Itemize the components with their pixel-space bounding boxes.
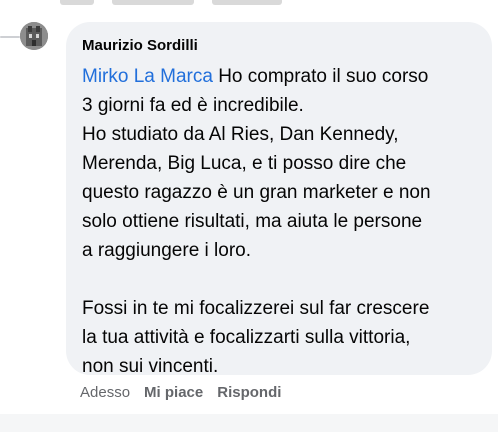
comment-bubble: Maurizio Sordilli Mirko La Marca Ho comp… — [66, 22, 492, 377]
comment-line: Ho studiato da Al Ries, Dan Kennedy, — [82, 124, 399, 145]
comment-actions: Adesso Mi piace Rispondi — [80, 383, 281, 403]
building-photo-icon — [20, 22, 48, 50]
comment-line: la tua attività e focalizzarti sulla vit… — [82, 327, 411, 348]
comment-line: Merenda, Big Luca, e ti posso dire che — [82, 153, 407, 174]
comment-author[interactable]: Maurizio Sordilli — [82, 36, 478, 56]
thread-connector-line — [0, 36, 20, 38]
comment-line: a raggiungere i loro. — [82, 240, 251, 261]
comment-line: 3 giorni fa ed è incredibile. — [82, 95, 304, 116]
bottom-divider — [0, 414, 498, 432]
comment-timestamp[interactable]: Adesso — [80, 383, 130, 403]
comment-line: solo ottiene risultati, ma aiuta le pers… — [82, 211, 423, 232]
like-button[interactable]: Mi piace — [144, 383, 203, 403]
comment-line: Fossi in te mi focalizzerei sul far cres… — [82, 298, 430, 319]
comment-thread: Maurizio Sordilli Mirko La Marca Ho comp… — [0, 0, 498, 432]
mention-link[interactable]: Mirko La Marca — [82, 66, 213, 87]
comment-line-text: Ho comprato il suo corso — [212, 66, 429, 87]
avatar[interactable] — [20, 22, 48, 50]
comment-line: non sui vincenti. — [82, 356, 219, 377]
comment-line: Mirko La Marca Ho comprato il suo corso — [82, 62, 478, 91]
comment-line: questo ragazzo è un gran marketer e non — [82, 182, 431, 203]
comment-text-paragraph-1: Mirko La Marca Ho comprato il suo corso … — [82, 62, 478, 265]
comment-text-paragraph-2: Fossi in te mi focalizzerei sul far cres… — [82, 294, 478, 381]
cropped-previous-line — [60, 0, 290, 5]
reply-button[interactable]: Rispondi — [217, 383, 281, 403]
